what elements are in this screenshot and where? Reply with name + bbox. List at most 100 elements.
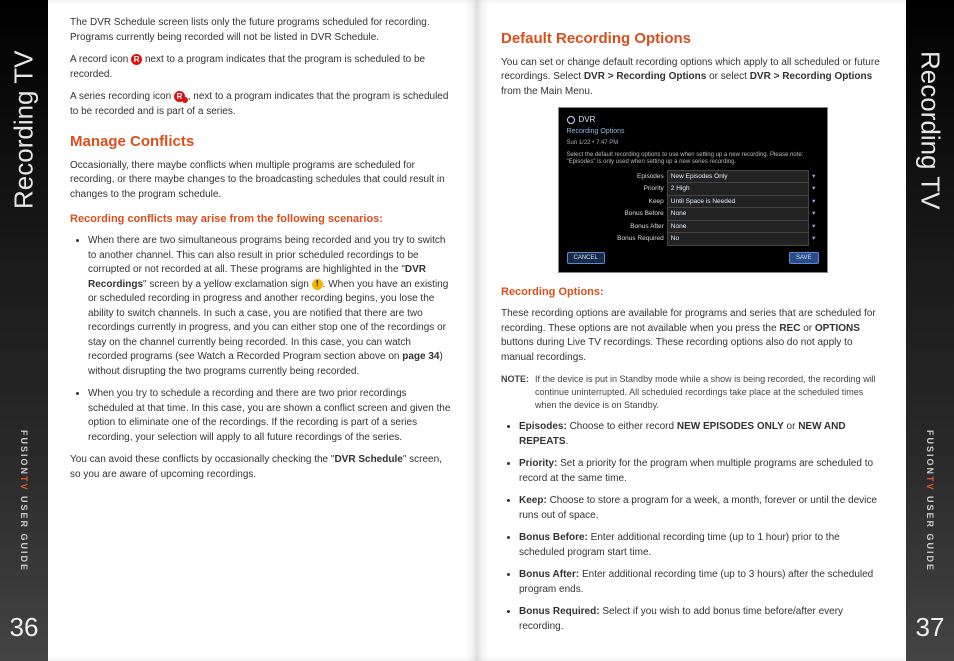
record-icon: R bbox=[131, 54, 142, 65]
opt-key: Bonus Before bbox=[567, 208, 668, 220]
page-spread: Recording TV FUSIONTV USER GUIDE 36 The … bbox=[0, 0, 954, 661]
text-strong: NEW EPISODES ONLY bbox=[677, 421, 784, 432]
text: buttons during Live TV recordings. These… bbox=[501, 337, 853, 363]
heading-default-recording: Default Recording Options bbox=[501, 28, 884, 50]
brand-accent: TV bbox=[925, 476, 935, 492]
conflicts-scenarios-heading: Recording conflicts may arise from the f… bbox=[70, 212, 453, 228]
text: Set a priority for the program when mult… bbox=[519, 458, 873, 484]
text: " screen by a yellow exclamation sign bbox=[143, 279, 312, 290]
right-content: Default Recording Options You can set or… bbox=[477, 0, 954, 661]
text-strong: OPTIONS bbox=[815, 323, 860, 334]
note-label: NOTE: bbox=[501, 373, 529, 412]
brand-prefix: FUSION bbox=[19, 430, 29, 476]
conflicts-intro: Occasionally, there maybe conflicts when… bbox=[70, 159, 453, 203]
chevron-down-icon: ▾ bbox=[809, 195, 819, 207]
chevron-down-icon: ▾ bbox=[809, 220, 819, 232]
intro-paragraph-2: A record icon R next to a program indica… bbox=[70, 53, 453, 82]
shot-buttons: CANCEL SAVE bbox=[567, 252, 819, 265]
text: . When you have an existing or scheduled… bbox=[88, 279, 448, 363]
opt-val: 2 High bbox=[667, 183, 808, 195]
options-list: Episodes: Choose to either record NEW EP… bbox=[519, 420, 884, 634]
brand-label: FUSIONTV USER GUIDE bbox=[19, 430, 29, 572]
right-rail: Recording TV FUSIONTV USER GUIDE 37 bbox=[906, 0, 954, 661]
chevron-down-icon: ▾ bbox=[809, 208, 819, 220]
brand-label: FUSIONTV USER GUIDE bbox=[925, 430, 935, 572]
text: When there are two simultaneous programs… bbox=[88, 235, 445, 275]
table-row: Bonus AfterNone▾ bbox=[567, 220, 819, 232]
text-strong: REC bbox=[779, 323, 800, 334]
chevron-down-icon: ▾ bbox=[809, 233, 819, 245]
table-row: Bonus BeforeNone▾ bbox=[567, 208, 819, 220]
brand-accent: TV bbox=[19, 476, 29, 492]
text: from the Main Menu. bbox=[501, 86, 593, 97]
warning-icon: ! bbox=[312, 279, 323, 290]
list-item: Episodes: Choose to either record NEW EP… bbox=[519, 420, 884, 449]
text: You can avoid these conflicts by occasio… bbox=[70, 454, 334, 465]
opt-label: Episodes: bbox=[519, 421, 567, 432]
save-button: SAVE bbox=[789, 252, 819, 265]
shot-options-table: EpisodesNew Episodes Only▾ Priority2 Hig… bbox=[567, 170, 819, 246]
opt-val: New Episodes Only bbox=[667, 171, 808, 183]
opt-key: Bonus After bbox=[567, 220, 668, 232]
text: A record icon bbox=[70, 54, 131, 65]
chevron-down-icon: ▾ bbox=[809, 183, 819, 195]
left-content: The DVR Schedule screen lists only the f… bbox=[0, 0, 477, 661]
table-row: Bonus RequiredNo▾ bbox=[567, 233, 819, 245]
opt-val: None bbox=[667, 220, 808, 232]
list-item: Bonus Before: Enter additional recording… bbox=[519, 531, 884, 560]
note-text: If the device is put in Standby mode whi… bbox=[535, 373, 884, 412]
opt-label: Keep: bbox=[519, 495, 547, 506]
conflicts-avoid: You can avoid these conflicts by occasio… bbox=[70, 453, 453, 482]
table-row: KeepUntil Space is Needed▾ bbox=[567, 195, 819, 207]
list-item: Bonus After: Enter additional recording … bbox=[519, 568, 884, 597]
text: A series recording icon bbox=[70, 91, 174, 102]
text-strong: DVR Schedule bbox=[334, 454, 402, 465]
list-item: When there are two simultaneous programs… bbox=[88, 234, 453, 379]
text-strong: DVR > Recording Options bbox=[750, 71, 873, 82]
note-block: NOTE: If the device is put in Standby mo… bbox=[501, 373, 884, 412]
shot-time: Sun 1/22 • 7:47 PM bbox=[567, 139, 819, 148]
conflicts-list: When there are two simultaneous programs… bbox=[88, 234, 453, 445]
opt-label: Bonus Required: bbox=[519, 606, 600, 617]
opt-key: Episodes bbox=[567, 171, 668, 183]
text: or select bbox=[706, 71, 749, 82]
opt-label: Priority: bbox=[519, 458, 557, 469]
page-right: Recording TV FUSIONTV USER GUIDE 37 Defa… bbox=[477, 0, 954, 661]
text: . bbox=[566, 436, 569, 447]
section-tab-title: Recording TV bbox=[0, 20, 48, 240]
text: Choose to store a program for a week, a … bbox=[519, 495, 877, 521]
heading-recording-options: Recording Options: bbox=[501, 285, 884, 301]
text-strong: DVR > Recording Options bbox=[584, 71, 707, 82]
opt-val: No bbox=[667, 233, 808, 245]
shot-title: DVR bbox=[579, 114, 596, 126]
brand-prefix: FUSION bbox=[925, 430, 935, 476]
brand-suffix: USER GUIDE bbox=[925, 491, 935, 572]
text: or bbox=[784, 421, 798, 432]
opt-label: Bonus Before: bbox=[519, 532, 588, 543]
page-number-left: 36 bbox=[10, 612, 39, 643]
opt-val: Until Space is Needed bbox=[667, 195, 808, 207]
dvr-options-screenshot: DVR Recording Options Sun 1/22 • 7:47 PM… bbox=[558, 107, 828, 273]
default-recording-intro: You can set or change default recording … bbox=[501, 56, 884, 100]
left-rail: Recording TV FUSIONTV USER GUIDE 36 bbox=[0, 0, 48, 661]
dvr-icon bbox=[567, 116, 575, 124]
list-item: When you try to schedule a recording and… bbox=[88, 387, 453, 445]
text: Choose to either record bbox=[567, 421, 677, 432]
opt-label: Bonus After: bbox=[519, 569, 579, 580]
shot-desc: Select the default recording options to … bbox=[567, 152, 819, 166]
opt-key: Bonus Required bbox=[567, 233, 668, 245]
list-item: Keep: Choose to store a program for a we… bbox=[519, 494, 884, 523]
recording-options-intro: These recording options are available fo… bbox=[501, 307, 884, 365]
intro-paragraph-1: The DVR Schedule screen lists only the f… bbox=[70, 16, 453, 45]
page-number-right: 37 bbox=[916, 612, 945, 643]
intro-paragraph-3: A series recording icon R , next to a pr… bbox=[70, 90, 453, 119]
shot-header: DVR bbox=[567, 114, 819, 126]
table-row: EpisodesNew Episodes Only▾ bbox=[567, 171, 819, 183]
table-row: Priority2 High▾ bbox=[567, 183, 819, 195]
list-item: Priority: Set a priority for the program… bbox=[519, 457, 884, 486]
series-record-icon: R bbox=[174, 91, 185, 102]
cancel-button: CANCEL bbox=[567, 252, 605, 265]
shot-subtitle: Recording Options bbox=[567, 127, 819, 137]
section-tab-title: Recording TV bbox=[906, 20, 954, 240]
list-item: Bonus Required: Select if you wish to ad… bbox=[519, 605, 884, 634]
